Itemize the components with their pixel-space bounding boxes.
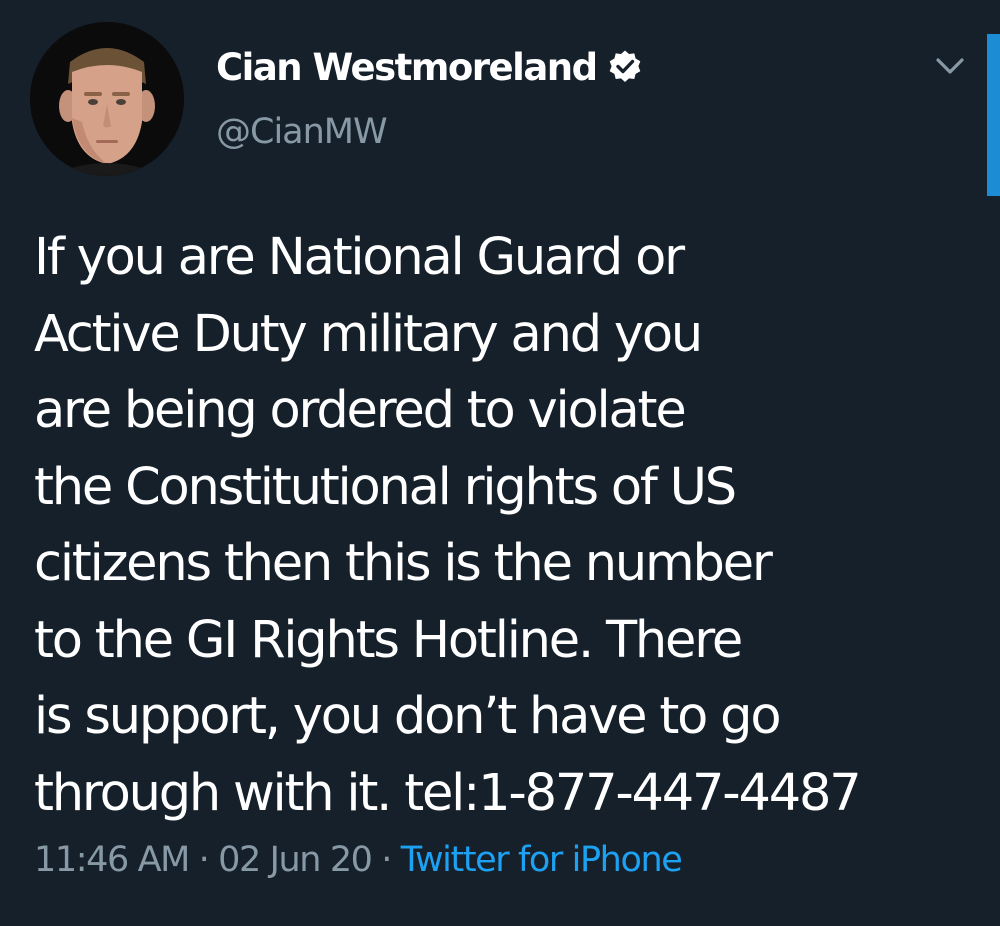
tweet-text-line: is support, you don’t have to go <box>34 687 782 746</box>
tweet-time: 11:46 AM <box>34 840 190 880</box>
display-name[interactable]: Cian Westmoreland <box>216 46 598 89</box>
tweet-card: Cian Westmoreland @CianMW If you are Nat… <box>0 0 1000 926</box>
tweet-text-line: Active Duty military and you <box>34 304 703 364</box>
tweet-text-line: the Constitutional rights of US <box>34 457 737 517</box>
tweet-date: 02 Jun 20 <box>218 840 373 880</box>
author-handle[interactable]: @CianMW <box>216 112 388 152</box>
meta-separator: · <box>381 840 392 880</box>
tweet-text-line: If you are National Guard or <box>34 228 685 287</box>
avatar-image <box>30 22 184 176</box>
tweet-text-line: through with it. tel:1-877-447-4487 <box>34 763 862 823</box>
verified-badge-icon <box>607 49 643 85</box>
scrollbar[interactable] <box>987 34 1000 196</box>
tweet-source-link[interactable]: Twitter for iPhone <box>401 840 683 880</box>
meta-separator: · <box>198 840 210 880</box>
tweet-text-line: are being ordered to violate <box>34 381 687 440</box>
tweet-text: If you are National Guard or Active Duty… <box>34 220 994 832</box>
tweet-text-line: to the GI Rights Hotline. There <box>34 610 743 670</box>
chevron-down-icon[interactable] <box>930 46 970 86</box>
author-name-row[interactable]: Cian Westmoreland <box>216 42 643 92</box>
avatar[interactable] <box>30 22 184 176</box>
tweet-meta: 11:46 AM · 02 Jun 20 · Twitter for iPhon… <box>34 840 683 880</box>
tweet-text-line: citizens then this is the number <box>34 534 773 593</box>
